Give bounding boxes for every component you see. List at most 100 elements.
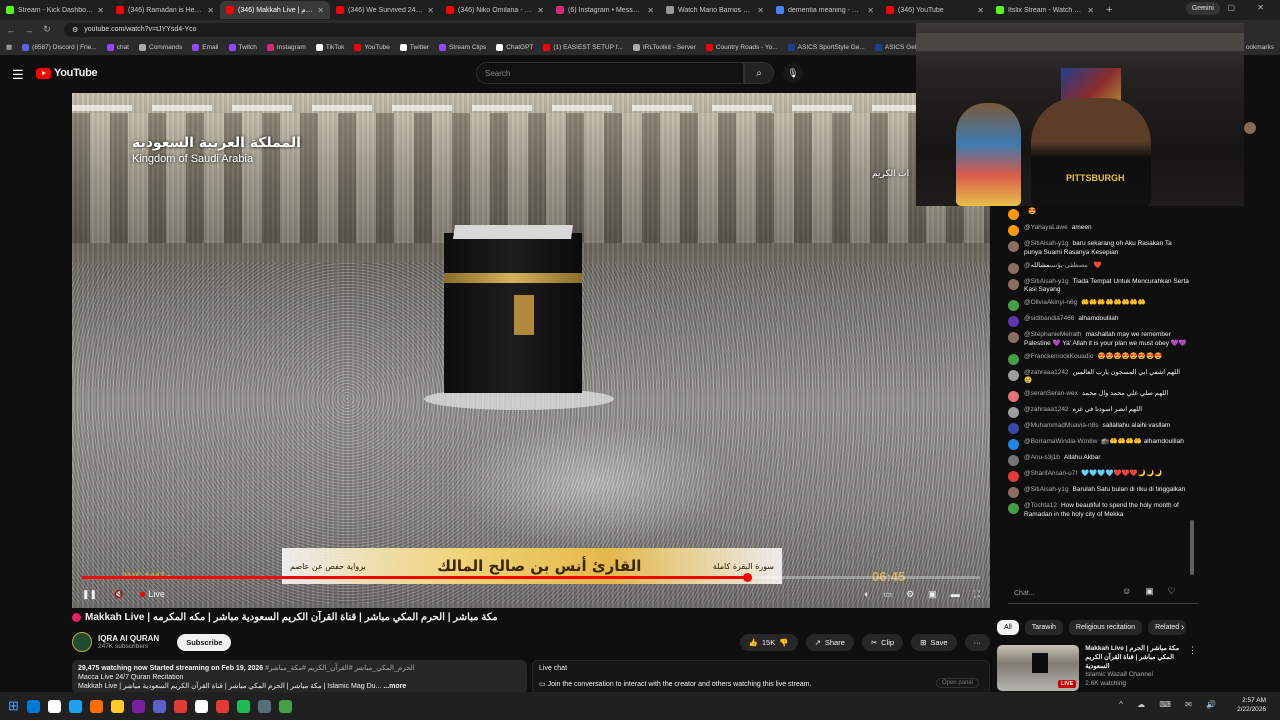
chat-avatar[interactable] xyxy=(1008,391,1019,403)
theater-icon[interactable]: ▬ xyxy=(951,589,960,600)
bookmark-item[interactable]: Commands xyxy=(139,43,182,51)
chat-avatar[interactable] xyxy=(1008,439,1019,451)
browser-tab[interactable]: (346) YouTube ✕ xyxy=(880,1,990,19)
chevron-right-icon[interactable]: › xyxy=(1181,622,1184,633)
chat-avatar[interactable] xyxy=(1008,332,1019,344)
recommended-title[interactable]: Makkah Live | مكة مباشر | الحرم المكي مب… xyxy=(1085,645,1182,671)
chat-avatar[interactable] xyxy=(1008,471,1019,483)
chat-message[interactable]: @مصطفى-يؤنسمشالله ❤️ xyxy=(1000,260,1198,276)
emoji-icon[interactable]: ☺ xyxy=(1122,586,1131,597)
chat-message[interactable]: @Tochta12 How beautiful to spend the holy… xyxy=(1000,500,1198,522)
chat-author[interactable]: @sidibandia7466 xyxy=(1024,315,1074,322)
more-vert-icon[interactable]: ⋮ xyxy=(1188,645,1197,691)
chat-message[interactable]: @zahraaa1242 اللهم انصر اسودنا في غزه xyxy=(1000,404,1198,420)
gift-icon[interactable]: ▣ xyxy=(1145,586,1154,597)
scrubber-handle[interactable] xyxy=(742,573,752,582)
taskbar-app-icon[interactable] xyxy=(257,699,271,713)
window-controls[interactable]: — ▢ ✕ xyxy=(1197,3,1274,12)
chat-message[interactable]: @BorramaWindia-Wm8w 🕋🤲🤲🤲🤲 alhamdoulilah xyxy=(1000,436,1198,452)
show-more-link[interactable]: ...more xyxy=(383,683,406,690)
chat-author[interactable]: @zahraaa1242 xyxy=(1024,369,1069,376)
taskbar-app-icon[interactable] xyxy=(215,699,229,713)
chat-author[interactable]: @SharifAnsari-u7f xyxy=(1024,470,1077,477)
chat-message[interactable]: @OliviaAkinyi-n6g 🤲🤲🤲🤲🤲🤲🤲🤲 xyxy=(1000,297,1198,313)
browser-tab[interactable]: (346) Niko Omilana - YouTu ✕ xyxy=(440,1,550,19)
like-button[interactable]: 👍 15K 👎 xyxy=(739,633,798,651)
chat-author[interactable]: @MuhammadMuavia-n8s xyxy=(1024,422,1099,429)
chat-message[interactable]: @Anu-s3j1b Allahu Akbar xyxy=(1000,452,1198,468)
browser-tab[interactable]: (6) Instagram • Messages ✕ xyxy=(550,1,660,19)
tab-close-icon[interactable]: ✕ xyxy=(867,6,874,15)
chat-avatar[interactable] xyxy=(1008,262,1019,274)
chat-message[interactable]: @SitiAisah-y1g Tiada Tempat Untuk Mencura… xyxy=(1000,276,1198,298)
mute-icon[interactable]: 🔇 xyxy=(113,589,124,600)
bookmark-item[interactable]: YouTube xyxy=(354,43,390,51)
system-tray[interactable]: ^ ☁ ⌨ ✉ 🔊 xyxy=(1119,700,1222,709)
channel-name[interactable]: IQRA AI QURAN xyxy=(98,634,159,643)
bookmark-item[interactable]: ASICS SportStyle Ge... xyxy=(787,43,865,51)
bookmark-item[interactable]: ChatGPT xyxy=(496,43,533,51)
more-actions-button[interactable]: ··· xyxy=(964,633,990,651)
taskbar-app-icon[interactable] xyxy=(89,699,103,713)
all-bookmarks-label[interactable]: ookmarks xyxy=(1246,44,1280,51)
taskbar-clock[interactable]: 2:57 AM 2/22/2026 xyxy=(1237,696,1266,714)
bookmark-item[interactable]: Twitter xyxy=(399,43,429,51)
tab-close-icon[interactable]: ✕ xyxy=(647,6,654,15)
taskbar-app-icon[interactable] xyxy=(152,699,166,713)
chat-message[interactable]: @MuhammadMuavia-n8s sallallahu alaihi vas… xyxy=(1000,420,1198,436)
hashtags[interactable]: #الحرم_المكي_مباشر #القرآن_الكريم #مكة_م… xyxy=(265,665,415,672)
voice-search-button[interactable]: 🎙 xyxy=(783,63,803,83)
filter-chip[interactable]: All xyxy=(997,620,1019,635)
save-button[interactable]: ⊞ Save xyxy=(911,633,957,651)
chat-message[interactable]: @SitiAisah-y1g Barulah Satu bulan di riku… xyxy=(1000,484,1198,500)
chat-avatar[interactable] xyxy=(1008,423,1019,435)
chat-author[interactable]: @SitiAisah-y1g xyxy=(1024,486,1069,493)
chat-avatar[interactable] xyxy=(1008,316,1019,328)
chat-author[interactable]: @Tochta12 xyxy=(1024,502,1057,509)
filter-chip[interactable]: Religious recitation xyxy=(1068,620,1143,635)
browser-tab[interactable]: Itslix Stream - Watch Live o✕ xyxy=(990,1,1100,19)
chat-author[interactable]: @SitiAisah-y1g xyxy=(1024,240,1069,247)
recommended-thumbnail[interactable]: LIVE xyxy=(997,645,1080,691)
bookmark-item[interactable]: Instagram xyxy=(266,43,306,51)
taskbar-app-icon[interactable] xyxy=(110,699,124,713)
thumbs-down-icon[interactable]: 👎 xyxy=(779,638,788,647)
chat-message[interactable]: @SitiAisah-y1g baru sekarang oh Aku Rasak… xyxy=(1000,238,1198,260)
fullscreen-icon[interactable]: ⛶ xyxy=(974,589,980,600)
chat-avatar[interactable] xyxy=(1008,487,1019,499)
windows-start-icon[interactable]: ⊞ xyxy=(8,698,19,714)
browser-tab[interactable]: Stream - Kick Dashboard ✕ xyxy=(0,1,110,19)
tab-close-icon[interactable]: ✕ xyxy=(537,6,544,15)
browser-tab[interactable]: Watch Mario Barrios vs Ryan ✕ xyxy=(660,1,770,19)
chat-message[interactable]: @SharifAnsari-u7f 🩵🩵🩵🩵❤️❤️❤️🌙🌙🌙 xyxy=(1000,468,1198,484)
bookmark-item[interactable]: (8587) Discord | Frie... xyxy=(22,43,97,51)
recommended-video[interactable]: LIVE Makkah Live | مكة مباشر | الحرم الم… xyxy=(997,645,1197,691)
chat-author[interactable]: @YahayaLawe xyxy=(1024,224,1068,231)
tab-close-icon[interactable]: ✕ xyxy=(317,6,324,15)
chat-avatar[interactable] xyxy=(1008,455,1019,467)
chat-author[interactable]: @Anu-s3j1b xyxy=(1024,454,1060,461)
chat-author[interactable]: @zahraaa1242 xyxy=(1024,406,1069,413)
bookmark-item[interactable]: Email xyxy=(192,43,219,51)
chat-author[interactable]: @OliviaAkinyi-n6g xyxy=(1024,299,1077,306)
bookmark-item[interactable]: Twitch xyxy=(228,43,257,51)
forward-icon[interactable]: → xyxy=(24,25,34,35)
bookmark-item[interactable]: IRLToolkit - Server xyxy=(632,43,696,51)
taskbar-app-icon[interactable] xyxy=(131,699,145,713)
tab-close-icon[interactable]: ✕ xyxy=(977,6,984,15)
filter-chip[interactable]: Tarawih xyxy=(1024,620,1063,635)
chat-message[interactable]: @sidibandia7466 alhamdoulilah xyxy=(1000,313,1198,329)
search-input[interactable]: Search xyxy=(476,62,744,84)
bookmark-item[interactable]: Country Roads - Yo... xyxy=(705,43,778,51)
back-icon[interactable]: ← xyxy=(6,25,16,35)
chat-message[interactable]: @YahayaLawe ameen xyxy=(1000,222,1198,238)
taskbar-app-icon[interactable] xyxy=(47,699,61,713)
description-box[interactable]: 29,475 watching now Started streaming on… xyxy=(72,660,527,694)
bookmark-item[interactable]: (1) EASIEST SETUP f... xyxy=(543,43,623,51)
taskbar-app-icon[interactable] xyxy=(278,699,292,713)
url-field[interactable]: ⚙ youtube.com/watch?v=tJYYsd4-Yco xyxy=(64,22,934,37)
chat-avatar[interactable] xyxy=(1008,353,1019,365)
taskbar-app-icon[interactable] xyxy=(173,699,187,713)
taskbar-app-icon[interactable] xyxy=(68,699,82,713)
taskbar-app-icon[interactable] xyxy=(236,699,250,713)
